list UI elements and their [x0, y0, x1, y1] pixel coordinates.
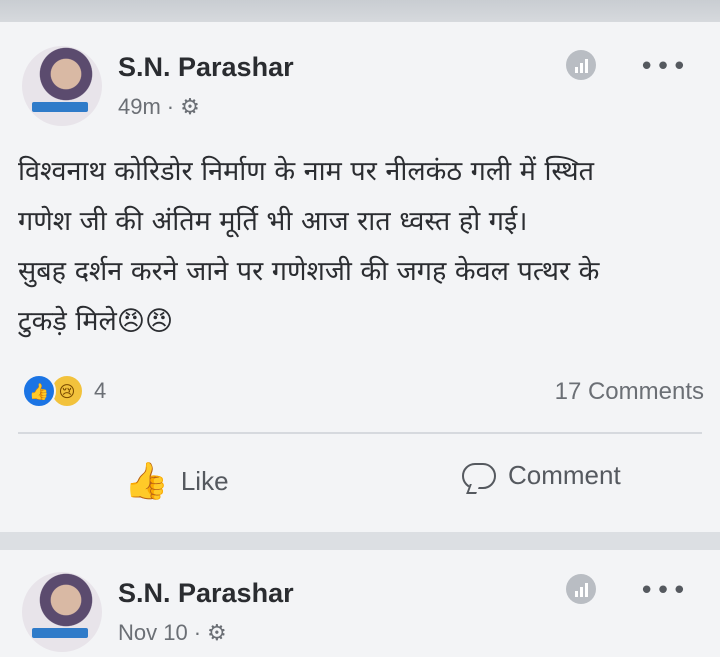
comments-count-link[interactable]: 17 Comments — [555, 378, 704, 406]
post-card: S.N. Parashar 49m · ⚙ ••• विश्वनाथ कोरिड… — [0, 22, 720, 532]
divider — [18, 432, 702, 434]
top-strip — [0, 0, 720, 22]
meta-separator: · — [166, 94, 175, 119]
gear-icon: ⚙ — [207, 620, 227, 645]
post-text: विश्वनाथ कोरिडोर निर्माण के नाम पर नीलकं… — [18, 147, 708, 347]
meta-separator: · — [193, 620, 202, 645]
like-label: Like — [180, 465, 229, 496]
insights-icon[interactable] — [566, 574, 596, 604]
reactions-summary[interactable]: 👍 😢 4 — [22, 374, 106, 408]
post-meta: Nov 10 · ⚙ — [118, 620, 227, 646]
reaction-count: 4 — [94, 378, 107, 403]
like-button[interactable]: 👍 Like — [124, 460, 229, 502]
like-reaction-icon: 👍 — [22, 374, 56, 408]
post-text-line: गणेश जी की अंतिम मूर्ति भी आज रात ध्वस्त… — [18, 206, 528, 237]
author-name[interactable]: S.N. Parashar — [118, 52, 294, 83]
more-options-icon[interactable]: ••• — [639, 52, 688, 82]
post-time[interactable]: 49m — [118, 94, 161, 120]
more-options-icon[interactable]: ••• — [639, 576, 688, 606]
avatar[interactable] — [22, 46, 102, 126]
post-time[interactable]: Nov 10 — [118, 620, 188, 646]
post-card: S.N. Parashar Nov 10 · ⚙ ••• — [0, 550, 720, 657]
post-text-line: विश्वनाथ कोरिडोर निर्माण के नाम पर नीलकं… — [18, 156, 595, 187]
comment-label: Comment — [508, 460, 621, 490]
comment-button[interactable]: Comment — [462, 460, 621, 491]
post-text-line: टुकड़े मिले😠😠 — [18, 306, 174, 337]
author-name[interactable]: S.N. Parashar — [118, 578, 294, 609]
comment-bubble-icon — [462, 462, 496, 489]
thumbs-up-icon: 👍 — [124, 460, 169, 501]
insights-icon[interactable] — [566, 50, 596, 80]
post-meta: 49m · ⚙ — [118, 94, 200, 120]
post-text-line: सुबह दर्शन करने जाने पर गणेशजी की जगह के… — [18, 256, 600, 287]
avatar[interactable] — [22, 572, 102, 652]
gear-icon: ⚙ — [180, 94, 200, 119]
